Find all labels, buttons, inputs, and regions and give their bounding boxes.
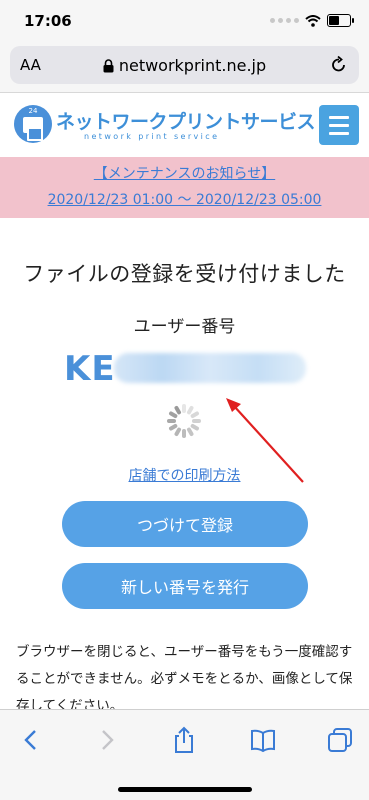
- battery-icon: [327, 14, 354, 27]
- save-number-note: ブラウザーを閉じると、ユーザー番号をもう一度確認することができません。必ずメモを…: [16, 644, 353, 714]
- user-number-redacted: [114, 353, 306, 383]
- user-number-prefix: KE: [64, 349, 116, 389]
- page-title: ファイルの登録を受け付けました: [23, 262, 346, 286]
- issue-new-number-button[interactable]: 新しい番号を発行: [62, 563, 308, 609]
- notice-title-link[interactable]: 【メンテナンスのお知らせ】: [0, 161, 369, 187]
- printer-logo-icon: 24: [14, 105, 52, 143]
- status-bar: 17:06: [0, 0, 369, 44]
- notice-period-link[interactable]: 2020/12/23 01:00 ～ 2020/12/23 05:00: [0, 187, 369, 213]
- main-content: ファイルの登録を受け付けました ユーザー番号 KE: [0, 258, 369, 389]
- loading-spinner-icon: [167, 404, 201, 438]
- url-text: networkprint.ne.jp: [118, 55, 267, 75]
- status-time: 17:06: [24, 12, 72, 30]
- forward-icon[interactable]: [92, 726, 120, 754]
- url-display[interactable]: networkprint.ne.jp: [10, 56, 359, 75]
- logo-title: ネットワークプリントサービス: [56, 111, 316, 133]
- site-logo[interactable]: 24 ネットワークプリントサービス network print service: [14, 105, 316, 145]
- back-icon[interactable]: [18, 726, 46, 754]
- address-bar[interactable]: AA networkprint.ne.jp: [10, 46, 359, 84]
- status-icons: [270, 14, 354, 27]
- continue-register-button[interactable]: つづけて登録: [62, 501, 308, 547]
- logo-subtitle: network print service: [84, 132, 220, 141]
- browser-url-area: AA networkprint.ne.jp: [0, 44, 369, 93]
- hamburger-menu-button[interactable]: [319, 105, 359, 145]
- browser-toolbar: [0, 709, 369, 800]
- home-indicator: [118, 787, 252, 792]
- bookmarks-icon[interactable]: [249, 726, 277, 754]
- tabs-icon[interactable]: [326, 726, 354, 754]
- user-number-label: ユーザー番号: [133, 317, 236, 337]
- share-icon[interactable]: [170, 726, 198, 754]
- wifi-icon: [305, 14, 321, 27]
- site-header: 24 ネットワークプリントサービス network print service: [0, 93, 369, 157]
- signal-icon: [270, 18, 299, 23]
- reload-icon[interactable]: [329, 55, 349, 75]
- lock-icon: [103, 59, 114, 73]
- store-print-method-link[interactable]: 店舗での印刷方法: [0, 465, 369, 485]
- logo-badge: 24: [28, 107, 38, 115]
- maintenance-notice: 【メンテナンスのお知らせ】 2020/12/23 01:00 ～ 2020/12…: [0, 157, 369, 218]
- user-number: KE: [0, 349, 369, 389]
